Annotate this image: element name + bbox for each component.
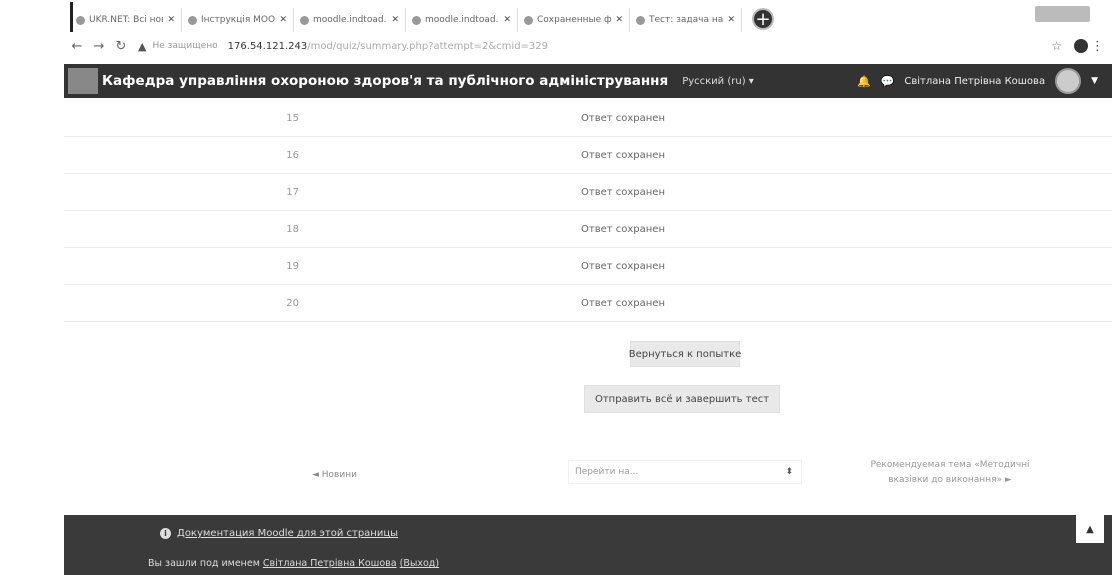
close-icon[interactable]: ✕ <box>391 15 399 25</box>
question-status: Ответ сохранен <box>581 112 665 124</box>
browser-tab[interactable]: moodle.indtoad.pa.ru ✕ <box>294 8 406 32</box>
moodle-navbar: Кафедра управління охороною здоров'я та … <box>64 64 1112 98</box>
site-name[interactable]: Кафедра управління охороною здоров'я та … <box>102 73 668 89</box>
favicon-icon <box>636 15 645 25</box>
login-prefix: Вы зашли под именем <box>148 558 260 569</box>
bookmark-star-icon[interactable]: ☆ <box>1051 39 1062 53</box>
security-label[interactable]: Не защищено <box>152 41 217 51</box>
browser-tab[interactable]: moodle.indtoad.pa.ru ✕ <box>406 8 518 32</box>
tab-title: Тест: задача на по... <box>649 15 724 25</box>
tab-title: UKR.NET: Всі новини <box>89 15 163 25</box>
back-to-top-button[interactable]: ▲ <box>1076 515 1104 543</box>
question-status: Ответ сохранен <box>581 149 665 161</box>
docs-link-row: i Документация Moodle для этой страницы <box>160 528 398 539</box>
back-icon[interactable]: ← <box>66 39 88 54</box>
question-number[interactable]: 19 <box>64 261 299 272</box>
question-number[interactable]: 16 <box>64 150 299 161</box>
question-number[interactable]: 15 <box>64 113 299 124</box>
url-text[interactable]: 176.54.121.243 <box>228 41 308 52</box>
new-tab-button[interactable]: + <box>752 8 774 30</box>
return-to-attempt-button[interactable]: Вернуться к попытке <box>629 341 741 367</box>
window-controls[interactable] <box>1035 6 1090 22</box>
browser-tab[interactable]: Інструкція MOODLE ✕ <box>182 8 294 32</box>
question-status: Ответ сохранен <box>581 297 665 309</box>
menu-dots-icon[interactable]: ⋮ <box>1091 39 1104 54</box>
site-logo[interactable] <box>68 68 98 94</box>
question-status: Ответ сохранен <box>581 260 665 272</box>
navbar-user-area: 🔔 💬 Світлана Петрівна Кошова ▼ <box>857 68 1098 94</box>
avatar[interactable] <box>1055 68 1082 94</box>
close-icon[interactable]: ✕ <box>503 15 511 25</box>
previous-activity-link[interactable]: ◄ Новини <box>312 470 357 480</box>
attempt-summary-table: 15 Ответ сохранен 16 Ответ сохранен 17 О… <box>64 100 1112 322</box>
select-arrows-icon: ⬍ <box>785 467 793 477</box>
warning-icon[interactable]: ▲ <box>138 40 146 53</box>
browser-tab[interactable]: UKR.NET: Всі новини ✕ <box>70 8 182 32</box>
browser-tab-active[interactable]: Тест: задача на по... ✕ <box>630 8 742 32</box>
user-profile-link[interactable]: Світлана Петрівна Кошова <box>263 558 397 569</box>
browser-tab-strip: UKR.NET: Всі новини ✕ Інструкція MOODLE … <box>0 0 1112 32</box>
question-status: Ответ сохранен <box>581 223 665 235</box>
info-icon: i <box>160 528 171 539</box>
page-footer: i Документация Moodle для этой страницы … <box>64 515 1112 575</box>
table-row: 19 Ответ сохранен <box>64 248 1112 285</box>
close-icon[interactable]: ✕ <box>167 15 175 25</box>
submit-all-button[interactable]: Отправить всё и завершить тест <box>584 385 780 413</box>
logout-link[interactable]: (Выход) <box>400 558 439 569</box>
jump-to-select[interactable]: Перейти на... ⬍ <box>568 460 802 484</box>
next-link-line: вказівки до виконання» ► <box>888 475 1012 485</box>
favicon-icon <box>76 15 85 25</box>
language-menu[interactable]: Русский (ru) ▾ <box>682 76 754 87</box>
forward-icon[interactable]: → <box>88 39 110 54</box>
question-number[interactable]: 17 <box>64 187 299 198</box>
tab-title: moodle.indtoad.pa.ru <box>313 15 387 25</box>
address-bar: ← → ↻ ▲ Не защищено 176.54.121.243 /mod/… <box>0 32 1112 60</box>
table-row: 16 Ответ сохранен <box>64 137 1112 174</box>
close-icon[interactable]: ✕ <box>727 15 735 25</box>
next-link-line: Рекомендуемая тема «Методичні <box>870 460 1030 470</box>
url-path-text[interactable]: /mod/quiz/summary.php?attempt=2&cmid=329 <box>307 41 548 52</box>
question-number[interactable]: 20 <box>64 298 299 309</box>
chat-icon[interactable]: 💬 <box>881 75 895 88</box>
question-number[interactable]: 18 <box>64 224 299 235</box>
bell-icon[interactable]: 🔔 <box>857 75 871 88</box>
login-info: Вы зашли под именем Світлана Петрівна Ко… <box>148 558 439 569</box>
chevron-down-icon[interactable]: ▼ <box>1091 76 1098 86</box>
tab-title: Інструкція MOODLE <box>201 15 276 25</box>
user-name[interactable]: Світлана Петрівна Кошова <box>904 76 1045 87</box>
table-row: 15 Ответ сохранен <box>64 100 1112 137</box>
question-status: Ответ сохранен <box>581 186 665 198</box>
close-icon[interactable]: ✕ <box>279 15 287 25</box>
table-row: 17 Ответ сохранен <box>64 174 1112 211</box>
browser-tab[interactable]: Сохраненные файлы ✕ <box>518 8 630 32</box>
page-edge <box>70 2 73 32</box>
jump-to-value: Перейти на... <box>575 467 639 477</box>
account-icon[interactable] <box>1074 39 1088 53</box>
table-row: 20 Ответ сохранен <box>64 285 1112 322</box>
favicon-icon <box>300 15 309 25</box>
reload-icon[interactable]: ↻ <box>110 39 132 54</box>
table-row: 18 Ответ сохранен <box>64 211 1112 248</box>
favicon-icon <box>524 15 533 25</box>
favicon-icon <box>412 15 421 25</box>
next-activity-link[interactable]: Рекомендуемая тема «Методичні вказівки д… <box>850 458 1050 488</box>
arrow-up-icon: ▲ <box>1086 523 1094 535</box>
tab-title: moodle.indtoad.pa.ru <box>425 15 499 25</box>
tab-title: Сохраненные файлы <box>537 15 612 25</box>
favicon-icon <box>188 15 197 25</box>
close-icon[interactable]: ✕ <box>615 15 623 25</box>
moodle-docs-link[interactable]: Документация Moodle для этой страницы <box>177 528 398 539</box>
